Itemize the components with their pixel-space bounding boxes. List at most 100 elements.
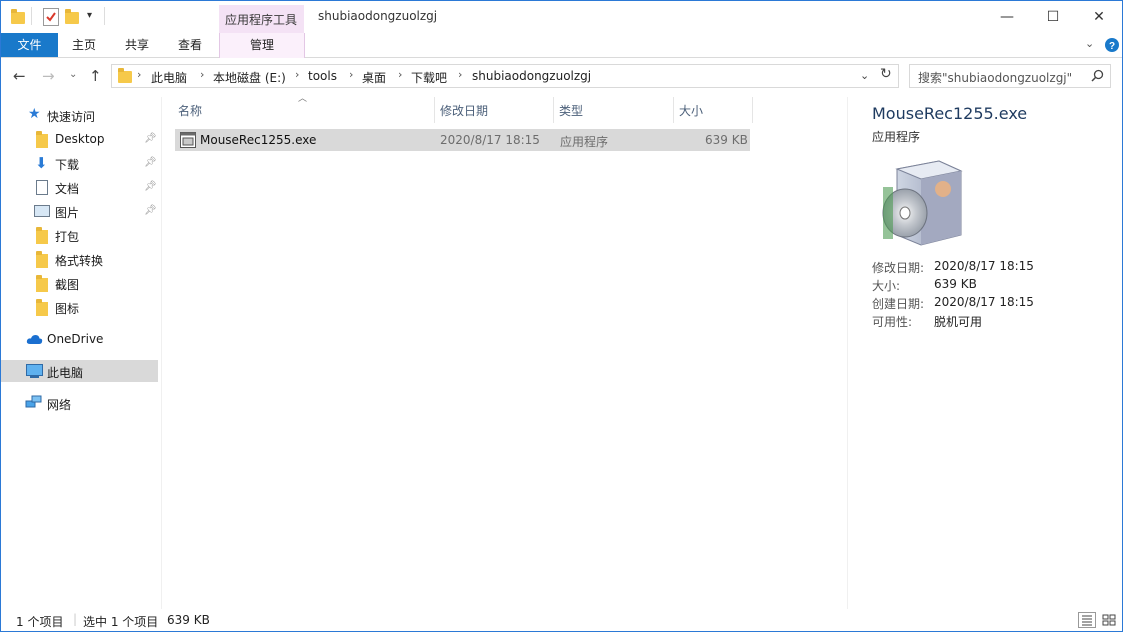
sidebar-item-label: 图片	[55, 206, 80, 220]
status-divider: |	[73, 612, 78, 626]
sidebar-item-screenshots[interactable]: 截图	[1, 272, 158, 294]
recent-locations-icon[interactable]: ⌄	[69, 69, 77, 80]
folder-icon	[36, 299, 48, 316]
tab-file[interactable]: 文件	[1, 33, 58, 57]
sidebar-item-this-pc[interactable]: 此电脑	[1, 360, 158, 382]
minimize-button[interactable]: —	[984, 1, 1030, 33]
up-button[interactable]: ↑	[89, 67, 102, 85]
breadcrumb-separator-icon[interactable]: ›	[137, 68, 141, 81]
expand-ribbon-icon[interactable]: ⌄	[1085, 37, 1094, 50]
sidebar-item-pictures[interactable]: 图片 📌︎	[1, 200, 158, 222]
status-bar: 1 个项目 | 选中 1 个项目 639 KB	[1, 609, 1122, 631]
refresh-icon[interactable]: ↻	[880, 66, 892, 82]
sidebar-item-dabao[interactable]: 打包	[1, 224, 158, 246]
breadcrumb-separator-icon[interactable]: ›	[200, 68, 204, 81]
status-item-count: 1 个项目	[16, 615, 64, 629]
sidebar-item-label: 打包	[55, 230, 80, 244]
sidebar-item-quick-access[interactable]: ★ 快速访问	[1, 104, 158, 126]
status-selected: 选中 1 个项目	[83, 615, 159, 629]
breadcrumb-separator-icon[interactable]: ›	[398, 68, 402, 81]
sidebar-item-label: 截图	[55, 278, 80, 292]
sidebar-item-label: 图标	[55, 302, 80, 316]
svg-text:?: ?	[1109, 41, 1115, 52]
sidebar-item-format-convert[interactable]: 格式转换	[1, 248, 158, 270]
table-row[interactable]: MouseRec1255.exe 2020/8/17 18:15 应用程序 63…	[175, 129, 750, 151]
sidebar-item-downloads[interactable]: ⬇ 下载 📌︎	[1, 152, 158, 174]
sidebar-item-label: 此电脑	[47, 366, 84, 380]
breadcrumb-this-pc[interactable]: 此电脑	[151, 69, 187, 86]
download-icon: ⬇	[35, 154, 48, 172]
column-divider[interactable]	[752, 97, 753, 123]
breadcrumb-tools[interactable]: tools	[308, 69, 337, 83]
details-meta-value: 639 KB	[934, 277, 977, 291]
details-file-name: MouseRec1255.exe	[872, 104, 1028, 123]
pin-icon: 📌︎	[144, 157, 157, 168]
details-pane-divider[interactable]	[847, 97, 848, 609]
breadcrumb-xiazaiba[interactable]: 下载吧	[411, 69, 447, 86]
computer-icon	[26, 364, 43, 376]
address-bar[interactable]: › 此电脑 › 本地磁盘 (E:) › tools › 桌面 › 下载吧 › s…	[111, 64, 899, 88]
divider	[104, 7, 105, 25]
sidebar-item-network[interactable]: 网络	[1, 392, 158, 414]
sidebar-item-label: 网络	[47, 398, 72, 412]
breadcrumb-current[interactable]: shubiaodongzuolzgj	[472, 69, 591, 83]
breadcrumb-desktop[interactable]: 桌面	[362, 69, 386, 86]
folder-icon	[36, 227, 48, 244]
details-meta-value: 脱机可用	[934, 315, 983, 329]
nav-pane-divider[interactable]	[161, 97, 162, 609]
sidebar-item-onedrive[interactable]: OneDrive	[1, 328, 158, 350]
properties-icon[interactable]	[43, 8, 59, 26]
folder-icon	[36, 131, 48, 148]
pin-icon: 📌︎	[144, 205, 157, 216]
column-label: 修改日期	[440, 104, 489, 118]
search-icon[interactable]	[1091, 69, 1104, 82]
tab-share[interactable]: 共享	[110, 33, 164, 57]
tab-home[interactable]: 主页	[58, 33, 110, 57]
help-icon[interactable]: ?	[1105, 38, 1119, 52]
sidebar-item-icons[interactable]: 图标	[1, 296, 158, 318]
details-meta-key: 大小:	[872, 279, 901, 293]
tab-manage[interactable]: 管理	[219, 33, 305, 58]
exe-icon	[180, 132, 196, 148]
tab-view[interactable]: 查看	[164, 33, 216, 57]
large-icons-view-icon[interactable]	[1100, 612, 1118, 628]
breadcrumb-separator-icon[interactable]: ›	[295, 68, 299, 81]
ribbon-tabs: 文件 主页 共享 查看 管理 ⌄ ?	[1, 33, 1122, 58]
cloud-icon	[26, 335, 43, 344]
details-meta-key: 创建日期:	[872, 297, 925, 311]
folder-icon	[36, 275, 48, 292]
column-label: 类型	[559, 104, 584, 118]
breadcrumb-separator-icon[interactable]: ›	[349, 68, 353, 81]
details-file-type: 应用程序	[872, 130, 921, 144]
column-label: 大小	[679, 104, 704, 118]
column-header-size[interactable]: 大小	[674, 97, 752, 123]
file-type: 应用程序	[560, 135, 609, 149]
close-button[interactable]: ✕	[1076, 1, 1122, 33]
column-header-modified[interactable]: 修改日期	[435, 97, 552, 123]
customize-toolbar-icon[interactable]: ▾	[87, 10, 92, 21]
address-dropdown-icon[interactable]: ⌄	[860, 69, 869, 82]
file-name: MouseRec1255.exe	[200, 133, 317, 147]
installer-icon	[882, 160, 963, 246]
document-icon	[36, 180, 48, 195]
search-input[interactable]: 搜索"shubiaodongzuolzgj"	[909, 64, 1111, 88]
sidebar-item-label: Desktop	[55, 132, 105, 146]
sidebar-item-documents[interactable]: 文档 📌︎	[1, 176, 158, 198]
details-meta-key: 修改日期:	[872, 261, 925, 275]
explorer-window: ▾ 应用程序工具 shubiaodongzuolzgj — ☐ ✕ 文件 主页 …	[0, 0, 1123, 632]
sidebar-item-label: 格式转换	[55, 254, 104, 268]
details-meta-key: 可用性:	[872, 315, 913, 329]
breadcrumb-separator-icon[interactable]: ›	[458, 68, 462, 81]
forward-button[interactable]: →	[42, 67, 55, 85]
maximize-button[interactable]: ☐	[1030, 1, 1076, 33]
column-header-type[interactable]: 类型	[554, 97, 672, 123]
pin-icon: 📌︎	[144, 181, 157, 192]
sidebar-item-desktop[interactable]: Desktop 📌︎	[1, 128, 158, 150]
picture-icon	[34, 205, 50, 217]
column-header-name[interactable]: 名称	[175, 97, 433, 123]
network-icon	[25, 395, 42, 408]
context-tab-group-label: 应用程序工具	[225, 13, 298, 27]
back-button[interactable]: ←	[13, 67, 26, 85]
details-view-icon[interactable]	[1078, 612, 1096, 628]
breadcrumb-drive[interactable]: 本地磁盘 (E:)	[213, 69, 286, 86]
